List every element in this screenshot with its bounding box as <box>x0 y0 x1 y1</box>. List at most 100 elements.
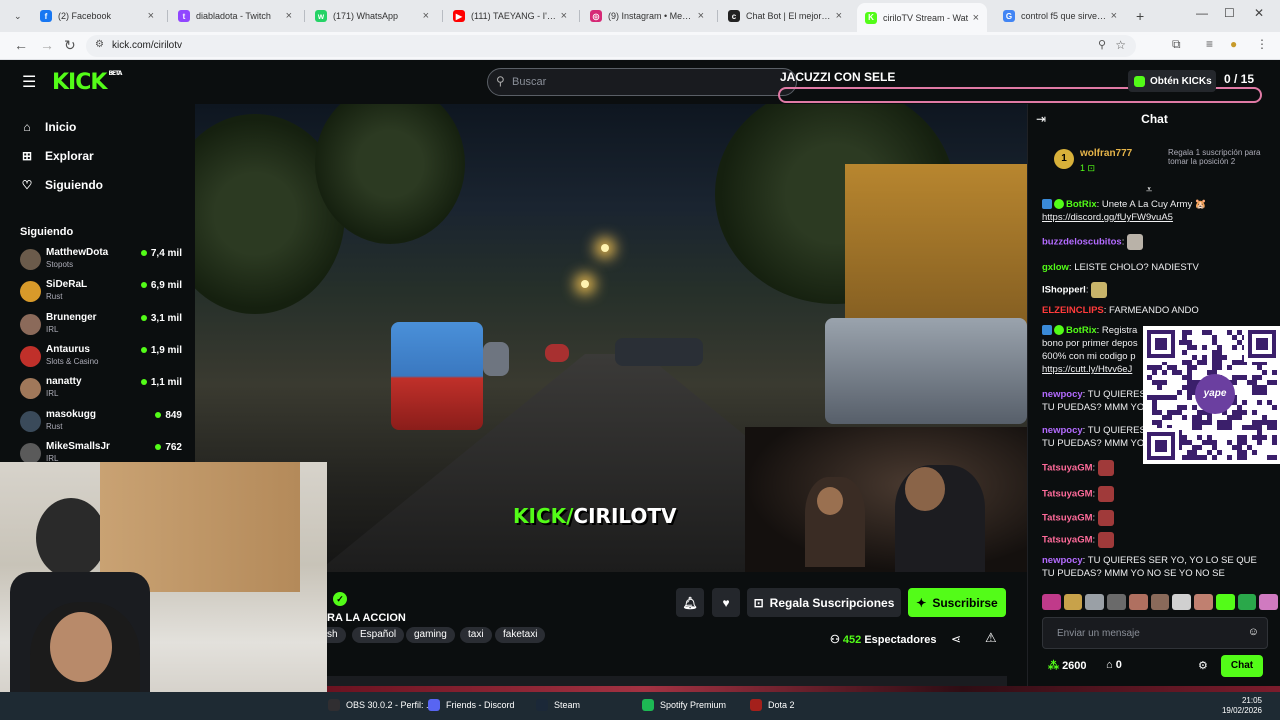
close-tab-icon[interactable]: × <box>836 10 842 22</box>
gift-leader-name[interactable]: wolfran777 <box>1080 148 1132 159</box>
chat-input-placeholder: Enviar un mensaje <box>1057 628 1140 639</box>
close-tab-icon[interactable]: × <box>561 10 567 22</box>
chat-username[interactable]: gxlow <box>1042 262 1069 273</box>
bookmark-star-icon[interactable]: ☆ <box>1115 38 1126 52</box>
chat-input[interactable]: Enviar un mensaje ☺ <box>1042 617 1268 649</box>
chat-username[interactable]: buzzdeloscubitos <box>1042 237 1122 248</box>
browser-tab[interactable]: c Chat Bot | El mejor softw × <box>720 4 850 28</box>
search-input[interactable]: ⚲ Buscar <box>487 68 797 96</box>
quick-emote-icon[interactable] <box>1128 594 1148 610</box>
quick-emote-icon[interactable] <box>1063 594 1083 610</box>
chat-message: TatsuyaGM: <box>1042 510 1272 526</box>
send-chat-button[interactable]: Chat <box>1221 655 1263 677</box>
url-field[interactable]: ⚙ kick.com/cirilotv ⚲ ☆ <box>86 35 1136 57</box>
system-clock[interactable]: 21:05 19/02/2026 <box>1222 696 1262 716</box>
notifications-button[interactable]: 🔔︎ <box>676 588 704 617</box>
get-kicks-button[interactable]: Obtén KICKs <box>1128 70 1216 92</box>
close-tab-icon[interactable]: × <box>286 10 292 22</box>
minimize-button[interactable]: — <box>1196 6 1208 20</box>
browser-tab[interactable]: t diabladota - Twitch × <box>170 4 300 28</box>
following-channel[interactable]: masokugg Rust 849 <box>18 408 182 438</box>
chat-username[interactable]: newpocy <box>1042 425 1083 436</box>
chat-link[interactable]: https://cutt.ly/Htvv6eJ <box>1042 364 1132 375</box>
chat-username[interactable]: BotRix <box>1066 325 1097 336</box>
forward-icon[interactable]: → <box>40 37 54 53</box>
quick-emote-icon[interactable] <box>1107 594 1126 610</box>
channel-points[interactable]: ⁂ 2600 <box>1048 659 1087 672</box>
chat-username[interactable]: TatsuyaGM <box>1042 513 1093 524</box>
taskbar-app[interactable]: Dota 2 <box>750 699 795 711</box>
chat-text: TU QUIERES <box>1087 425 1146 436</box>
viewer-label: Espectadores <box>864 634 937 646</box>
following-channel[interactable]: MatthewDota Stopots 7,4 mil <box>18 246 182 276</box>
new-tab-button[interactable]: + <box>1128 4 1150 28</box>
stream-tag[interactable]: Español <box>352 627 405 643</box>
stream-tag[interactable]: taxi <box>460 627 492 643</box>
nav-inicio[interactable]: ⌂ Inicio <box>20 120 76 134</box>
taskbar-app[interactable]: Steam <box>536 699 580 711</box>
close-tab-icon[interactable]: × <box>148 10 154 22</box>
following-channel[interactable]: Antaurus Slots & Casino 1,9 mil <box>18 343 182 373</box>
quick-emote-icon[interactable] <box>1172 594 1192 610</box>
following-channel[interactable]: nanatty IRL 1,1 mil <box>18 375 182 405</box>
chat-username[interactable]: newpocy <box>1042 555 1083 566</box>
chat-username[interactable]: TatsuyaGM <box>1042 463 1093 474</box>
emoji-icon[interactable]: ☺ <box>1248 626 1259 638</box>
quick-emote-icon[interactable] <box>1215 594 1235 610</box>
stream-tag[interactable]: sh <box>327 627 346 643</box>
close-tab-icon[interactable]: × <box>973 12 979 24</box>
taskbar-app[interactable]: Friends - Discord <box>428 699 515 711</box>
qr-module <box>1267 455 1272 460</box>
site-info-icon[interactable]: ⚙ <box>95 39 104 50</box>
browser-tab[interactable]: KciriloTV Stream - Wat × <box>857 3 987 32</box>
following-channel[interactable]: Brunenger IRL 3,1 mil <box>18 311 182 341</box>
quick-emote-icon[interactable] <box>1194 594 1213 610</box>
following-channel[interactable]: SiDeRaL Rust 6,9 mil <box>18 278 182 308</box>
browser-tab[interactable]: Gcontrol f5 que sirve - Bus × <box>995 4 1125 28</box>
zoom-icon[interactable]: ⚲ <box>1098 38 1106 51</box>
quick-emote-icon[interactable] <box>1150 594 1170 610</box>
report-icon[interactable]: ⚠ <box>985 630 997 646</box>
taskbar-app[interactable]: Spotify Premium <box>642 699 726 711</box>
browser-tab[interactable]: ◎ (9) Instagram • Mensajes × <box>582 4 712 28</box>
gift-subs-button[interactable]: ⊡ Regala Suscripciones <box>747 588 901 617</box>
chat-username[interactable]: TatsuyaGM <box>1042 489 1093 500</box>
extensions-icon[interactable]: ⧉ <box>1172 37 1181 52</box>
subscribe-button[interactable]: ✦ Suscribirse <box>908 588 1006 617</box>
quick-emote-icon[interactable] <box>1085 594 1105 610</box>
share-icon[interactable]: ⋖ <box>951 632 961 646</box>
tab-search-button[interactable]: ⌄ <box>6 4 30 28</box>
quick-emote-icon[interactable] <box>1259 594 1279 610</box>
browser-tab[interactable]: f (2) Facebook × <box>32 4 162 28</box>
quick-emote-icon[interactable] <box>1237 594 1257 610</box>
maximize-button[interactable]: ☐ <box>1224 6 1235 20</box>
quick-emote-icon[interactable] <box>1042 594 1061 610</box>
chat-username[interactable]: TatsuyaGM <box>1042 535 1093 546</box>
chat-username[interactable]: BotRix <box>1066 199 1097 210</box>
close-window-button[interactable]: ✕ <box>1254 6 1264 20</box>
browser-tab[interactable]: ▶ (111) TAEYANG - I'LL BE T × <box>445 4 575 28</box>
store-button[interactable]: ⌂ 0 <box>1106 659 1122 671</box>
browser-tab[interactable]: w (171) WhatsApp × <box>307 4 437 28</box>
nav-explorar[interactable]: ⊞ Explorar <box>20 149 94 163</box>
hamburger-menu-icon[interactable]: ☰ <box>22 72 36 92</box>
chat-username[interactable]: lShopperl <box>1042 285 1086 296</box>
stream-tag[interactable]: gaming <box>406 627 455 643</box>
chat-username[interactable]: ELZEINCLIPS <box>1042 305 1104 316</box>
menu-icon[interactable]: ⋮ <box>1256 37 1268 51</box>
chat-link[interactable]: https://discord.gg/fUyFW9vuA5 <box>1042 212 1173 223</box>
close-tab-icon[interactable]: × <box>698 10 704 22</box>
profile-icon[interactable]: ● <box>1230 37 1237 51</box>
chat-username[interactable]: newpocy <box>1042 389 1083 400</box>
nav-siguiendo[interactable]: ♡ Siguiendo <box>20 178 103 192</box>
close-tab-icon[interactable]: × <box>423 10 429 22</box>
taskbar-app[interactable]: OBS 30.0.2 - Perfil: ... <box>328 699 434 711</box>
follow-button[interactable]: ♥ <box>712 588 740 617</box>
reload-icon[interactable]: ↻ <box>64 37 76 54</box>
close-tab-icon[interactable]: × <box>1111 10 1117 22</box>
kick-logo[interactable]: KICK BETA <box>52 70 122 95</box>
media-controls-icon[interactable]: ≡ <box>1206 37 1213 51</box>
back-icon[interactable]: ← <box>14 37 28 53</box>
stream-tag[interactable]: faketaxi <box>495 627 546 643</box>
chat-settings-icon[interactable]: ⚙ <box>1198 659 1208 672</box>
